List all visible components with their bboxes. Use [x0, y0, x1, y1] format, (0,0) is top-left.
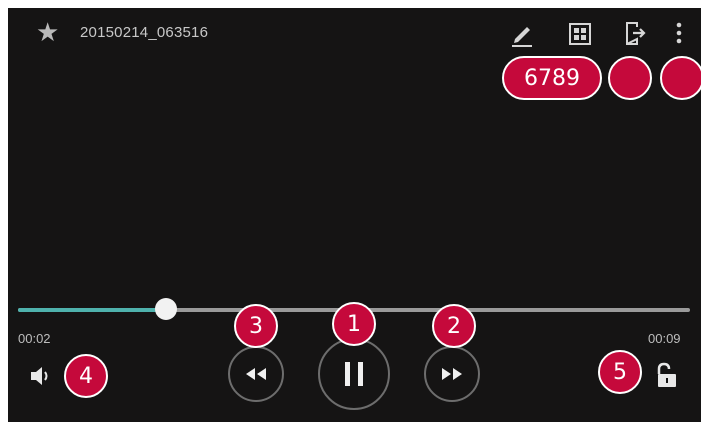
- callout-more: [660, 56, 701, 100]
- more-icon[interactable]: [670, 18, 688, 48]
- fast-forward-button[interactable]: [424, 346, 480, 402]
- pause-button[interactable]: [318, 338, 390, 410]
- callout-5: 5: [598, 350, 642, 394]
- top-bar: ★ 20150214_063516: [8, 8, 701, 58]
- callout-top-tools: 6789: [502, 56, 602, 100]
- callout-1: 1: [332, 302, 376, 346]
- unlock-icon[interactable]: [653, 362, 679, 390]
- gallery-icon[interactable]: [566, 18, 594, 48]
- volume-icon[interactable]: [28, 363, 54, 389]
- callout-3: 3: [234, 304, 278, 348]
- rewind-button[interactable]: [228, 346, 284, 402]
- progress-fill: [18, 308, 166, 312]
- elapsed-time: 00:02: [18, 331, 51, 346]
- callout-2: 2: [432, 304, 476, 348]
- video-player-screen: ★ 20150214_063516 6789 00:02 00:09 1 2 3…: [8, 8, 701, 422]
- share-icon[interactable]: [622, 18, 650, 48]
- video-title: 20150214_063516: [80, 24, 209, 41]
- fast-forward-icon: [442, 368, 462, 380]
- pause-icon: [345, 362, 363, 386]
- edit-icon[interactable]: [508, 18, 536, 48]
- callout-4: 4: [64, 354, 108, 398]
- star-icon[interactable]: ★: [36, 18, 59, 46]
- progress-thumb[interactable]: [154, 298, 177, 320]
- total-duration: 00:09: [648, 331, 681, 346]
- callout-share: [608, 56, 652, 100]
- rewind-icon: [246, 368, 266, 380]
